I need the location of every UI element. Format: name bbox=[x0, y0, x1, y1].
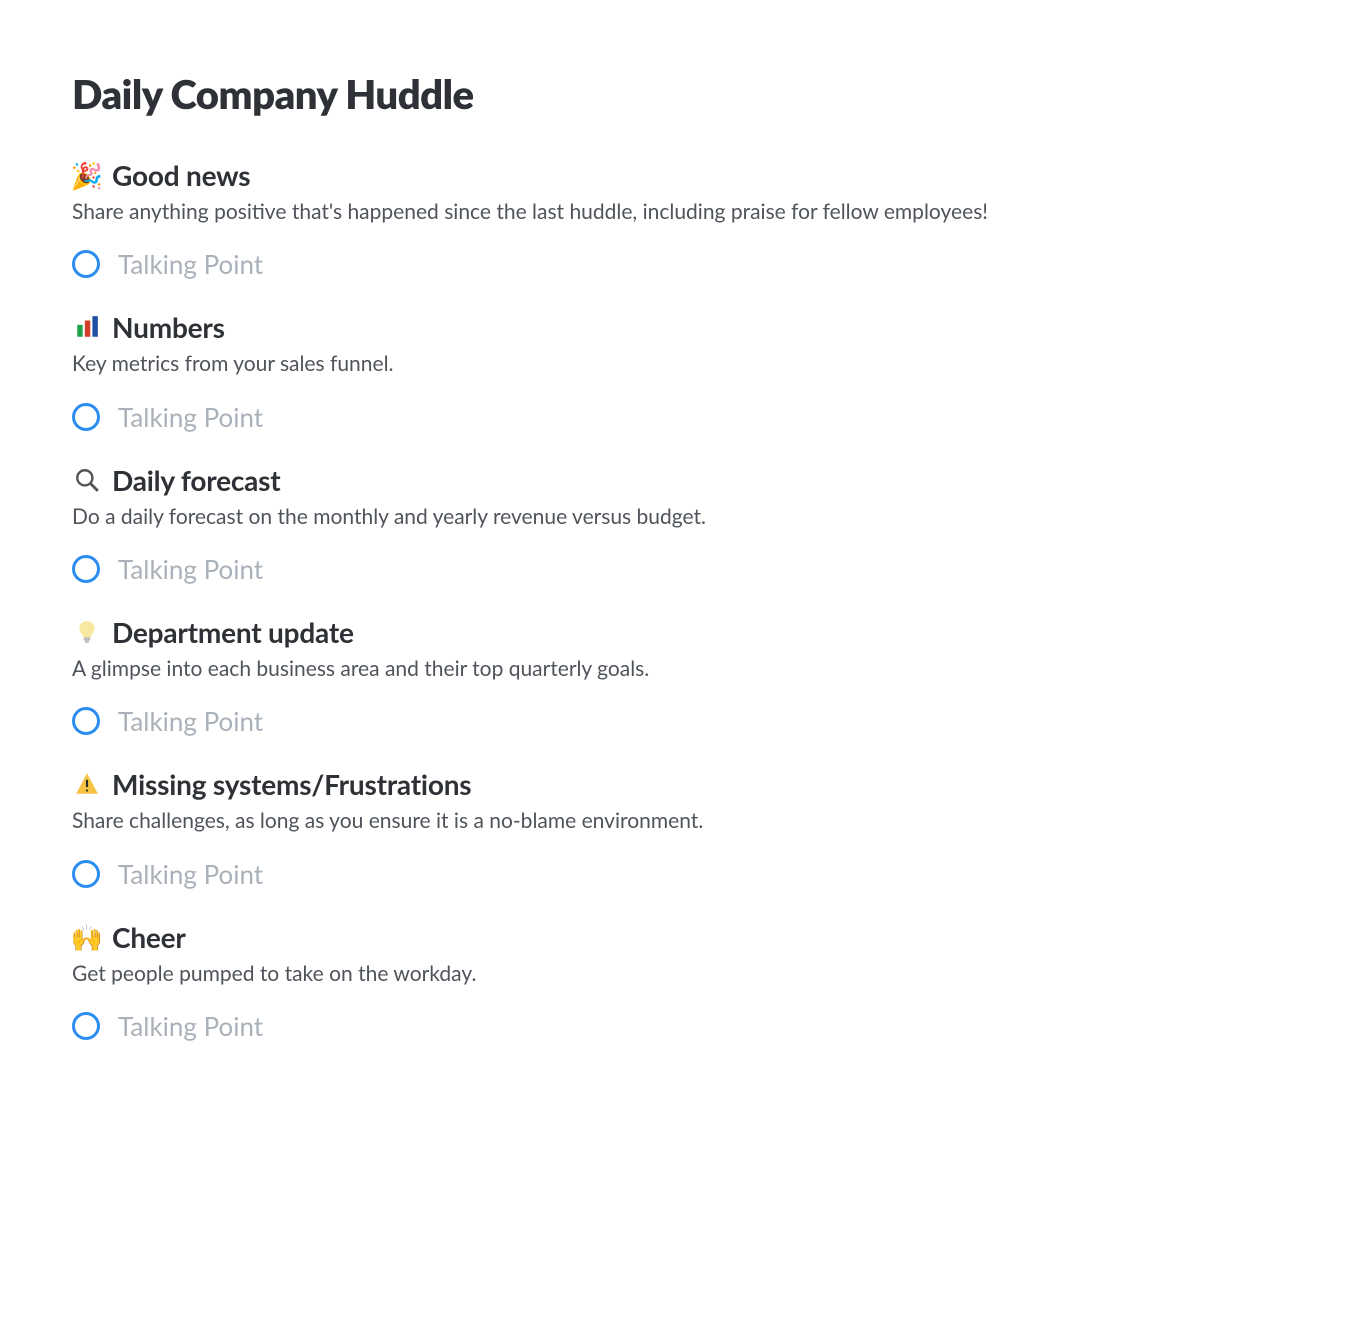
section-department-update: Department update A glimpse into each bu… bbox=[72, 615, 1296, 737]
section-missing-systems: Missing systems/Frustrations Share chall… bbox=[72, 767, 1296, 889]
talking-point-placeholder: Talking Point bbox=[118, 705, 263, 737]
talking-point-row[interactable]: Talking Point bbox=[72, 705, 1296, 737]
talking-point-row[interactable]: Talking Point bbox=[72, 248, 1296, 280]
section-header: 🎉 Good news bbox=[72, 158, 1296, 192]
section-description: Share anything positive that's happened … bbox=[72, 198, 1296, 226]
section-description: A glimpse into each business area and th… bbox=[72, 655, 1296, 683]
section-title: Cheer bbox=[112, 920, 186, 954]
talking-point-placeholder: Talking Point bbox=[118, 1010, 263, 1042]
talking-point-placeholder: Talking Point bbox=[118, 858, 263, 890]
talking-point-placeholder: Talking Point bbox=[118, 248, 263, 280]
talking-point-placeholder: Talking Point bbox=[118, 401, 263, 433]
section-header: Missing systems/Frustrations bbox=[72, 767, 1296, 801]
magnifier-icon bbox=[72, 465, 102, 495]
lightbulb-icon bbox=[72, 617, 102, 647]
section-numbers: Numbers Key metrics from your sales funn… bbox=[72, 310, 1296, 432]
warning-icon bbox=[72, 769, 102, 799]
talking-point-row[interactable]: Talking Point bbox=[72, 1010, 1296, 1042]
raising-hands-icon: 🙌 bbox=[72, 922, 102, 952]
talking-point-placeholder: Talking Point bbox=[118, 553, 263, 585]
talking-point-radio[interactable] bbox=[72, 250, 100, 278]
party-popper-icon: 🎉 bbox=[72, 160, 102, 190]
section-header: 🙌 Cheer bbox=[72, 920, 1296, 954]
talking-point-row[interactable]: Talking Point bbox=[72, 401, 1296, 433]
section-title: Department update bbox=[112, 615, 354, 649]
section-daily-forecast: Daily forecast Do a daily forecast on th… bbox=[72, 463, 1296, 585]
page-title: Daily Company Huddle bbox=[72, 70, 1296, 118]
section-header: Numbers bbox=[72, 310, 1296, 344]
talking-point-radio[interactable] bbox=[72, 403, 100, 431]
section-description: Share challenges, as long as you ensure … bbox=[72, 807, 1296, 835]
talking-point-row[interactable]: Talking Point bbox=[72, 858, 1296, 890]
section-title: Good news bbox=[112, 158, 250, 192]
section-title: Missing systems/Frustrations bbox=[112, 767, 471, 801]
bar-chart-icon bbox=[72, 312, 102, 342]
talking-point-radio[interactable] bbox=[72, 707, 100, 735]
talking-point-row[interactable]: Talking Point bbox=[72, 553, 1296, 585]
section-header: Daily forecast bbox=[72, 463, 1296, 497]
talking-point-radio[interactable] bbox=[72, 1012, 100, 1040]
section-title: Numbers bbox=[112, 310, 225, 344]
talking-point-radio[interactable] bbox=[72, 555, 100, 583]
section-description: Get people pumped to take on the workday… bbox=[72, 960, 1296, 988]
section-header: Department update bbox=[72, 615, 1296, 649]
section-description: Do a daily forecast on the monthly and y… bbox=[72, 503, 1296, 531]
section-good-news: 🎉 Good news Share anything positive that… bbox=[72, 158, 1296, 280]
section-description: Key metrics from your sales funnel. bbox=[72, 350, 1296, 378]
section-title: Daily forecast bbox=[112, 463, 280, 497]
talking-point-radio[interactable] bbox=[72, 860, 100, 888]
section-cheer: 🙌 Cheer Get people pumped to take on the… bbox=[72, 920, 1296, 1042]
